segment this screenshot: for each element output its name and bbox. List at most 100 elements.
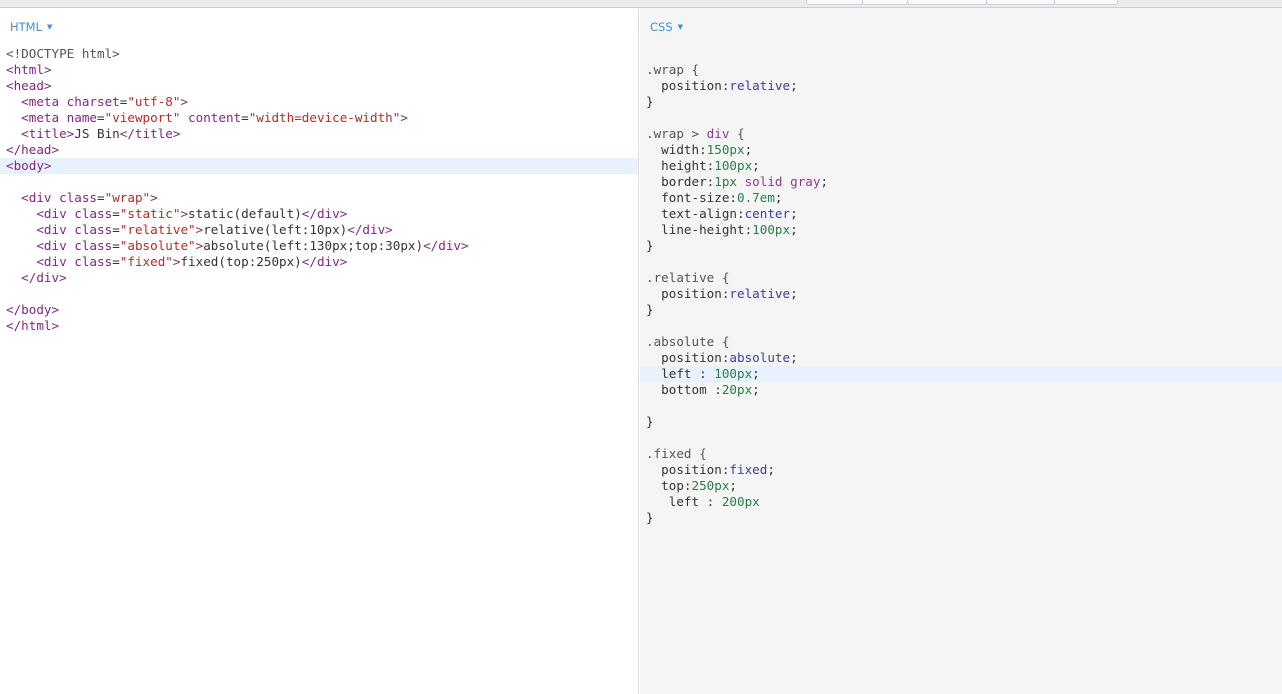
code-line[interactable]: position:relative; (640, 286, 1282, 302)
code-token: </div> (347, 222, 393, 237)
html-panel-menu[interactable]: HTML ▼ (10, 20, 52, 34)
code-token: content (188, 110, 242, 125)
code-token: "fixed" (119, 254, 173, 269)
code-line[interactable]: font-size:0.7em; (640, 190, 1282, 206)
code-line[interactable]: .absolute { (640, 334, 1282, 350)
code-line[interactable]: <head> (0, 78, 638, 94)
panel-tab-3[interactable] (907, 0, 987, 5)
code-token: class (74, 222, 113, 237)
code-token: <div (36, 254, 75, 269)
code-token: "wrap" (104, 190, 151, 205)
code-line[interactable]: </html> (0, 318, 638, 334)
code-token: <html> (6, 62, 52, 77)
code-line[interactable]: line-height:100px; (640, 222, 1282, 238)
code-token: font-size: (646, 190, 737, 205)
css-code-editor[interactable]: .wrap { position:relative;} .wrap > div {… (640, 62, 1282, 526)
code-line[interactable]: <!DOCTYPE html> (0, 46, 638, 62)
code-line[interactable]: <html> (0, 62, 638, 78)
code-line[interactable]: position:fixed; (640, 462, 1282, 478)
code-line[interactable]: position:absolute; (640, 350, 1282, 366)
code-line[interactable]: .wrap > div { (640, 126, 1282, 142)
code-line[interactable]: .fixed { (640, 446, 1282, 462)
code-token: > (180, 94, 189, 109)
code-token: 0.7em (737, 190, 775, 205)
code-token: left : (646, 494, 722, 509)
code-line[interactable]: left : 200px (640, 494, 1282, 510)
code-token: ; (729, 478, 738, 493)
code-line[interactable]: <div class="fixed">fixed(top:250px)</div… (0, 254, 638, 270)
code-token: </div> (301, 254, 348, 269)
code-token: .wrap > (646, 126, 707, 141)
code-line[interactable]: } (640, 94, 1282, 110)
css-panel-label: CSS (650, 20, 673, 34)
code-token: <head> (6, 78, 52, 93)
code-line[interactable]: <div class="relative">relative(left:10px… (0, 222, 638, 238)
code-line[interactable]: border:1px solid gray; (640, 174, 1282, 190)
code-line[interactable]: } (640, 302, 1282, 318)
code-line[interactable]: top:250px; (640, 478, 1282, 494)
code-line[interactable] (640, 254, 1282, 270)
code-line[interactable]: } (640, 510, 1282, 526)
code-line[interactable]: text-align:center; (640, 206, 1282, 222)
code-line[interactable] (640, 110, 1282, 126)
dropdown-caret-icon: ▼ (47, 23, 53, 31)
code-token: </body> (6, 302, 60, 317)
panel-tab-1[interactable] (806, 0, 863, 5)
code-token: ; (820, 174, 829, 189)
code-line[interactable]: height:100px; (640, 158, 1282, 174)
code-token: = (97, 190, 105, 205)
code-line[interactable]: .wrap { (640, 62, 1282, 78)
code-token: 250px (691, 478, 730, 493)
code-token: } (646, 302, 654, 317)
html-code-editor[interactable]: <!DOCTYPE html> <html> <head> <meta charse… (0, 46, 638, 334)
code-token: relative(left:10px) (203, 222, 348, 237)
code-token: ; (752, 382, 760, 397)
code-token: <!DOCTYPE html> (6, 46, 120, 61)
code-line[interactable]: <div class="wrap"> (0, 190, 638, 206)
panel-tab-4[interactable] (986, 0, 1055, 5)
code-line[interactable]: } (640, 238, 1282, 254)
code-line[interactable]: </head> (0, 142, 638, 158)
code-line[interactable]: left : 100px; (640, 366, 1282, 382)
code-line[interactable] (640, 318, 1282, 334)
code-token: 100px (714, 158, 753, 173)
code-line[interactable]: <body> (0, 158, 638, 174)
code-token: <body> (6, 158, 52, 173)
code-token: <div (36, 238, 75, 253)
code-line[interactable]: .relative { (640, 270, 1282, 286)
code-line[interactable] (0, 286, 638, 302)
panel-tab-5[interactable] (1054, 0, 1118, 5)
code-line[interactable] (0, 174, 638, 190)
code-line[interactable]: </div> (0, 270, 638, 286)
code-line[interactable] (640, 430, 1282, 446)
code-token: top: (646, 478, 692, 493)
code-line[interactable]: </body> (0, 302, 638, 318)
code-token: <title> (21, 126, 75, 141)
panel-tab-2[interactable] (862, 0, 908, 5)
code-line[interactable]: } (640, 414, 1282, 430)
code-token: </div> (301, 206, 348, 221)
code-token: position: (646, 78, 730, 93)
css-panel-menu[interactable]: CSS ▼ (650, 20, 683, 34)
code-token: ; (767, 462, 775, 477)
code-line[interactable]: <div class="static">static(default)</div… (0, 206, 638, 222)
code-line[interactable]: position:relative; (640, 78, 1282, 94)
code-line[interactable]: bottom :20px; (640, 382, 1282, 398)
code-token: "utf-8" (127, 94, 181, 109)
code-line[interactable]: <meta charset="utf-8"> (0, 94, 638, 110)
code-token: bottom : (646, 382, 722, 397)
code-line[interactable]: <div class="absolute">absolute(left:130p… (0, 238, 638, 254)
code-line[interactable]: <meta name="viewport" content="width=dev… (0, 110, 638, 126)
code-line[interactable] (640, 398, 1282, 414)
code-line[interactable]: width:150px; (640, 142, 1282, 158)
code-token: .relative { (646, 270, 730, 285)
code-token: ; (790, 78, 798, 93)
code-token: > (180, 206, 189, 221)
code-token: text-align: (646, 206, 745, 221)
code-line[interactable]: <title>JS Bin</title> (0, 126, 638, 142)
css-editor-panel: CSS ▼ .wrap { position:relative;} .wrap > … (640, 8, 1282, 694)
